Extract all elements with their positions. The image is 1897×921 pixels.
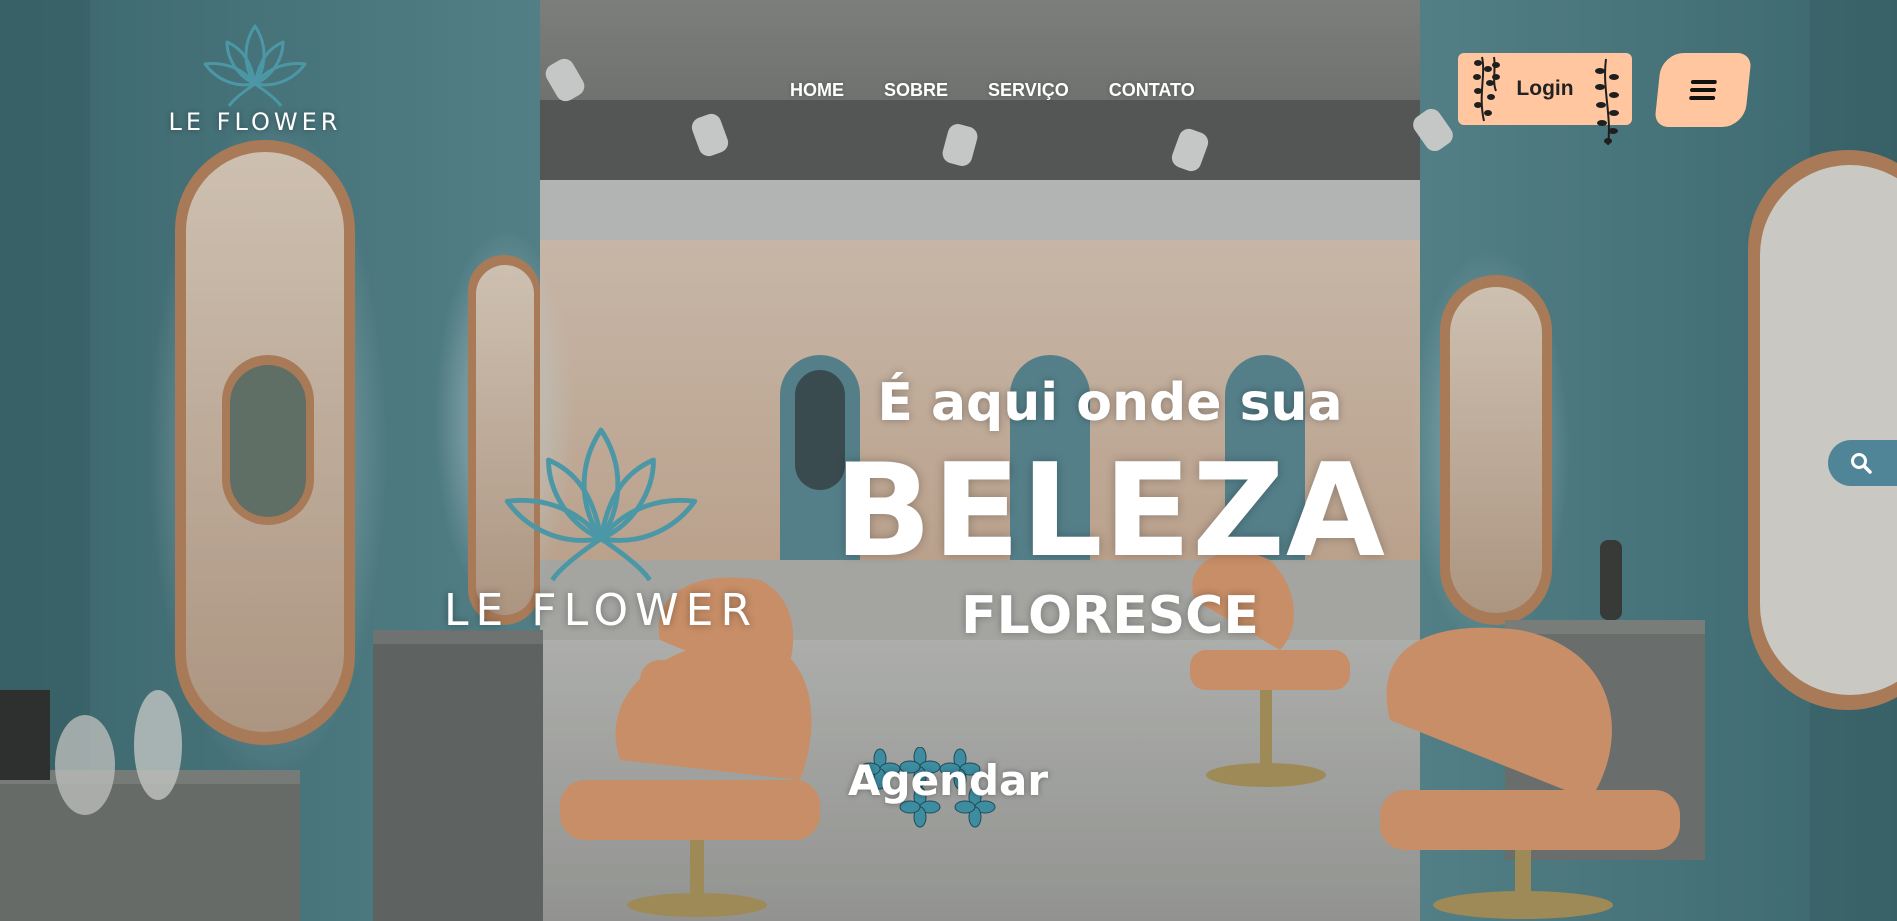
hero-logo-name: LE FLOWER [443, 585, 759, 636]
hero-title: BELEZA [834, 437, 1386, 586]
hero-subtitle: FLORESCE [961, 586, 1259, 646]
main-nav: HOME SOBRE SERVIÇO CONTATO [790, 80, 1235, 101]
landing-page: LE FLOWER HOME SOBRE SERVIÇO CONTATO Log… [0, 0, 1897, 921]
lotus-logo-icon [504, 427, 698, 582]
search-button[interactable] [1828, 440, 1897, 486]
vine-decoration-icon [1473, 56, 1500, 122]
hamburger-icon [1689, 80, 1717, 100]
nav-servico-link[interactable]: SERVIÇO [988, 80, 1069, 101]
vine-decoration-icon [1595, 58, 1619, 146]
nav-contato-link[interactable]: CONTATO [1109, 80, 1195, 101]
brand-name: LE FLOWER [168, 108, 342, 136]
nav-sobre-link[interactable]: SOBRE [884, 80, 948, 101]
nav-home-link[interactable]: HOME [790, 80, 844, 101]
agendar-button[interactable]: Agendar [840, 742, 1050, 837]
login-label: Login [1516, 77, 1574, 100]
login-button[interactable]: Login [1458, 53, 1632, 146]
lotus-logo-icon [203, 24, 307, 107]
search-icon [1851, 453, 1872, 474]
agendar-label: Agendar [848, 756, 1049, 805]
brand-logo[interactable]: LE FLOWER [160, 20, 350, 136]
hero-kicker: É aqui onde sua [877, 373, 1343, 433]
hero-logo: LE FLOWER [436, 415, 766, 636]
hero-headline: É aqui onde sua BELEZA FLORESCE [760, 368, 1460, 646]
menu-button[interactable] [1654, 53, 1752, 127]
